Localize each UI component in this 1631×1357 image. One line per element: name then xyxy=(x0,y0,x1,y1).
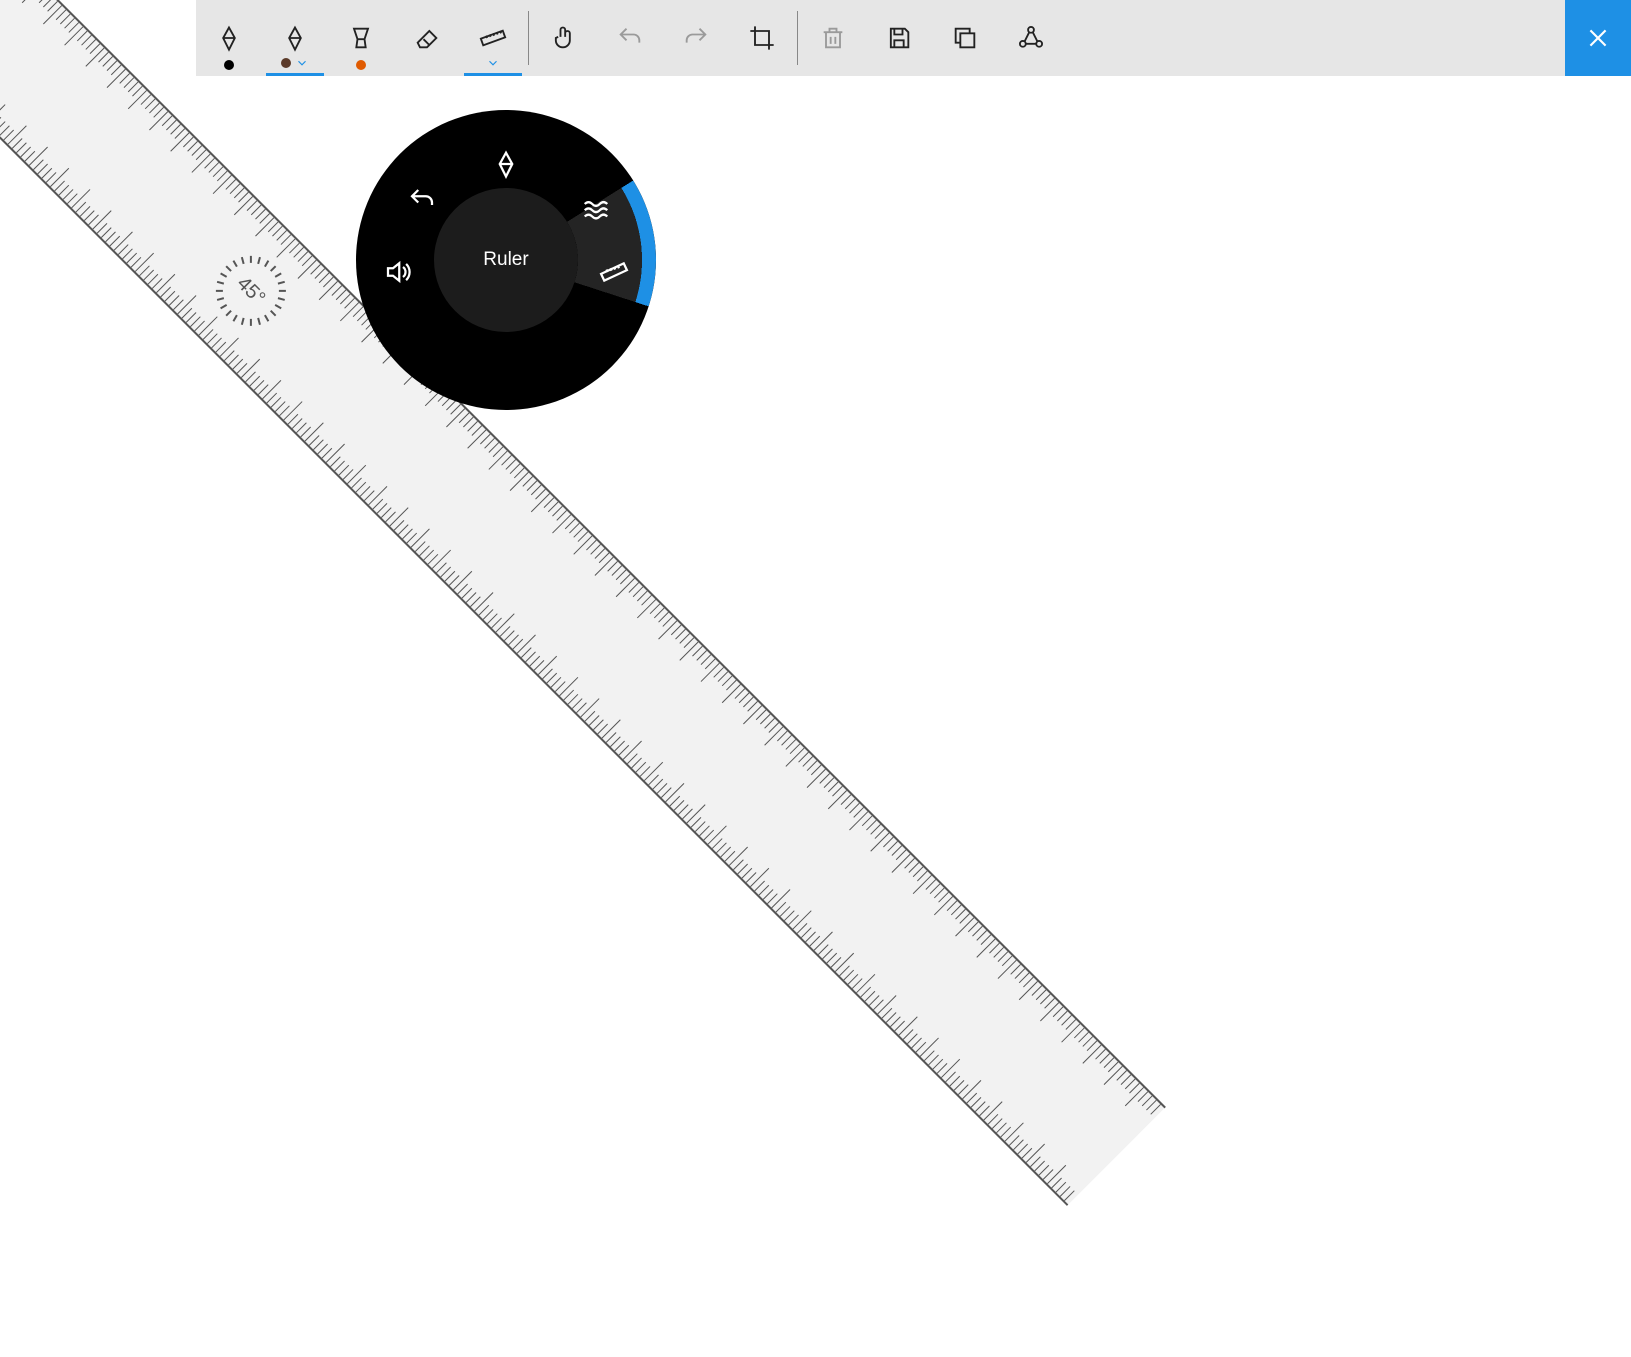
ruler-icon xyxy=(599,257,629,287)
chevron-down-icon[interactable] xyxy=(486,56,500,70)
undo-button[interactable] xyxy=(597,0,663,76)
eraser-tool[interactable] xyxy=(394,0,460,76)
redo-icon xyxy=(682,24,710,52)
pen-icon xyxy=(281,24,309,52)
pen-tool-2[interactable] xyxy=(262,0,328,76)
pen-tools-group xyxy=(196,0,526,76)
save-button[interactable] xyxy=(866,0,932,76)
radial-item-pen[interactable] xyxy=(486,144,526,184)
ruler-icon xyxy=(479,24,507,52)
undo-icon xyxy=(616,24,644,52)
copy-button[interactable] xyxy=(932,0,998,76)
save-icon xyxy=(885,24,913,52)
trash-icon xyxy=(819,24,847,52)
file-tools-group xyxy=(800,0,1064,76)
crop-icon xyxy=(748,24,776,52)
radial-item-stroke[interactable] xyxy=(576,189,616,229)
highlighter-icon xyxy=(347,24,375,52)
touch-writing-button[interactable] xyxy=(531,0,597,76)
eraser-icon xyxy=(413,24,441,52)
touch-icon xyxy=(550,24,578,52)
chevron-down-icon[interactable] xyxy=(295,56,309,70)
ruler-angle-indicator: 45° xyxy=(199,239,304,344)
radial-center-label: Ruler xyxy=(483,249,528,271)
radial-center[interactable]: Ruler xyxy=(434,188,578,332)
redo-button[interactable] xyxy=(663,0,729,76)
copy-icon xyxy=(951,24,979,52)
close-icon xyxy=(1585,25,1611,51)
toolbar xyxy=(196,0,1631,76)
radial-item-volume[interactable] xyxy=(378,252,418,292)
radial-item-ruler[interactable] xyxy=(594,252,634,292)
pen-2-color-swatch xyxy=(281,58,291,68)
ruler-tool[interactable] xyxy=(460,0,526,76)
pen-icon xyxy=(215,24,243,52)
undo-icon xyxy=(407,185,437,215)
waves-icon xyxy=(581,194,611,224)
highlighter-color-swatch xyxy=(356,60,366,70)
radial-item-undo[interactable] xyxy=(402,180,442,220)
pen-icon xyxy=(491,149,521,179)
toolbar-divider xyxy=(528,11,529,65)
share-icon xyxy=(1017,24,1045,52)
toolbar-divider xyxy=(797,11,798,65)
highlighter-tool[interactable] xyxy=(328,0,394,76)
share-button[interactable] xyxy=(998,0,1064,76)
pen-1-color-swatch xyxy=(224,60,234,70)
close-button[interactable] xyxy=(1565,0,1631,76)
crop-button[interactable] xyxy=(729,0,795,76)
radial-menu[interactable]: Ruler xyxy=(356,110,656,410)
pen-tool-1[interactable] xyxy=(196,0,262,76)
delete-button[interactable] xyxy=(800,0,866,76)
edit-tools-group xyxy=(531,0,795,76)
volume-icon xyxy=(383,257,413,287)
